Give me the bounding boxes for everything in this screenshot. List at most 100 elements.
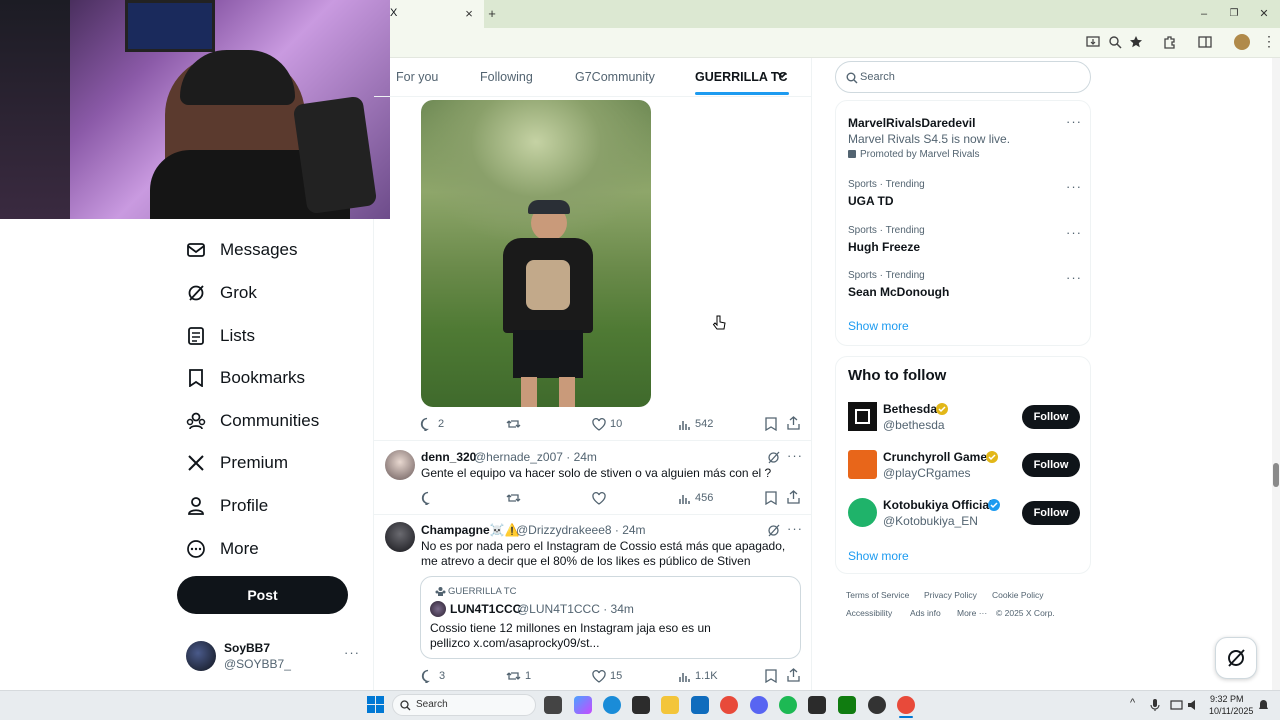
bookmark-icon[interactable] [765,669,777,683]
trend-item[interactable]: Sports · Trending UGA TD ··· [836,175,1090,215]
obs-icon[interactable] [868,696,886,714]
quoted-tweet[interactable]: GUERRILLA TC LUN4T1CCC @LUN4T1CCC · 34m … [420,576,801,659]
file-explorer-icon[interactable] [661,696,679,714]
tweet-author-name[interactable]: Champagne☠️⚠️ [421,523,520,537]
network-icon[interactable] [1170,699,1183,711]
windows-start-icon[interactable] [367,696,384,713]
tweet-avatar[interactable] [385,522,415,552]
reply-action[interactable]: 2 [420,416,444,432]
trend-more-icon[interactable]: ··· [1066,225,1082,240]
browser-tab[interactable]: X × [384,0,484,28]
follow-suggestion[interactable]: Crunchyroll Games @playCRgames Follow [836,445,1090,485]
footer-link[interactable]: Privacy Policy [924,590,977,600]
reply-action[interactable]: 3 [421,668,445,684]
copilot-icon[interactable] [574,696,592,714]
xbox-icon[interactable] [838,696,856,714]
follow-button[interactable]: Follow [1022,405,1080,429]
tweet[interactable]: Champagne☠️⚠️ @Drizzydrakeee8 · 24m ··· … [374,515,811,690]
outlook-icon[interactable] [691,696,709,714]
maximize-button[interactable]: ❐ [1224,4,1244,24]
nav-messages[interactable]: Messages [186,237,297,263]
volume-icon[interactable] [1187,699,1200,711]
views-action[interactable]: 456 [678,490,713,506]
tweet-more-icon[interactable]: ··· [787,521,803,536]
bookmark-star-icon[interactable] [1129,35,1143,49]
nav-lists[interactable]: Lists [186,323,255,349]
footer-link[interactable]: Terms of Service [846,590,909,600]
minimize-button[interactable]: – [1194,4,1214,24]
tab-for-you[interactable]: For you [396,70,438,84]
trend-item[interactable]: Sports · Trending Sean McDonough ··· [836,266,1090,306]
follow-suggestion[interactable]: Kotobukiya Official @Kotobukiya_EN Follo… [836,493,1090,533]
new-tab-button[interactable]: + [482,4,502,24]
microphone-icon[interactable] [1150,698,1160,712]
account-switcher[interactable]: SoyBB7 @SOYBB7_ ··· [177,634,367,678]
bookmark-icon[interactable] [765,417,777,431]
follow-button[interactable]: Follow [1022,501,1080,525]
nav-grok[interactable]: Grok [186,280,257,306]
grok-icon[interactable] [767,451,780,464]
search-box[interactable]: Search [835,61,1091,93]
nav-premium[interactable]: Premium [186,450,288,476]
footer-link[interactable]: Accessibility [846,608,892,618]
tab-close-icon[interactable]: × [459,4,479,24]
footer-link[interactable]: Cookie Policy [992,590,1044,600]
promoted-trend[interactable]: MarvelRivalsDaredevil Marvel Rivals S4.5… [836,109,1090,167]
repost-action[interactable] [506,490,521,506]
terminal-icon[interactable] [808,696,826,714]
post-image[interactable] [421,100,651,407]
tweet[interactable]: denn_320 @hernade_z007 · 24m ··· Gente e… [374,441,811,515]
extensions-icon[interactable] [1162,35,1176,49]
notification-bell-icon[interactable] [1258,699,1269,711]
account-more-icon[interactable]: ··· [344,645,360,660]
nav-more[interactable]: More [186,536,259,562]
repost-action[interactable]: 1 [506,668,531,684]
tweet-avatar[interactable] [385,450,415,480]
nav-profile[interactable]: Profile [186,493,268,519]
post-button[interactable]: Post [177,576,348,614]
store-icon[interactable] [632,696,650,714]
task-view-icon[interactable] [544,696,562,714]
chrome-active-icon[interactable] [897,696,915,714]
follow-button[interactable]: Follow [1022,453,1080,477]
tweet-more-icon[interactable]: ··· [787,448,803,463]
taskbar-search[interactable]: Search [392,694,536,716]
browser-menu-icon[interactable]: ⋮ [1262,33,1276,50]
tweet-author-name[interactable]: denn_320 [421,450,476,464]
follow-suggestion[interactable]: Bethesda @bethesda Follow [836,397,1090,437]
trend-more-icon[interactable]: ··· [1066,114,1082,129]
share-icon[interactable] [787,668,800,682]
tab-following[interactable]: Following [480,70,533,84]
chevron-down-icon[interactable] [777,72,787,80]
grok-floating-button[interactable] [1215,637,1257,679]
footer-link[interactable]: Ads info [910,608,941,618]
discord-icon[interactable] [750,696,768,714]
views-action[interactable]: 1.1K [678,668,718,684]
nav-bookmarks[interactable]: Bookmarks [186,365,305,391]
show-more-follow-link[interactable]: Show more [848,549,909,563]
install-app-icon[interactable] [1086,35,1100,49]
close-window-button[interactable]: ✕ [1254,4,1274,24]
footer-link[interactable]: More ··· [957,608,987,618]
trend-more-icon[interactable]: ··· [1066,270,1082,285]
edge-icon[interactable] [603,696,621,714]
trend-more-icon[interactable]: ··· [1066,179,1082,194]
views-action[interactable]: 542 [678,416,713,432]
like-action[interactable]: 10 [592,416,622,432]
bookmark-icon[interactable] [765,491,777,505]
show-more-trends-link[interactable]: Show more [848,319,909,333]
trend-item[interactable]: Sports · Trending Hugh Freeze ··· [836,221,1090,261]
side-panel-icon[interactable] [1198,35,1212,49]
browser-profile-avatar[interactable] [1234,34,1250,50]
tab-guerrilla-tc[interactable]: GUERRILLA TC [695,70,788,84]
chrome-icon[interactable] [720,696,738,714]
nav-communities[interactable]: Communities [186,408,319,434]
grok-icon[interactable] [767,524,780,537]
tray-chevron-icon[interactable]: ^ [1130,697,1135,709]
repost-action[interactable] [506,416,525,432]
like-action[interactable]: 15 [592,668,622,684]
spotify-icon[interactable] [779,696,797,714]
reply-action[interactable] [421,490,435,506]
share-icon[interactable] [787,490,800,504]
quoted-community[interactable]: GUERRILLA TC [448,586,516,597]
